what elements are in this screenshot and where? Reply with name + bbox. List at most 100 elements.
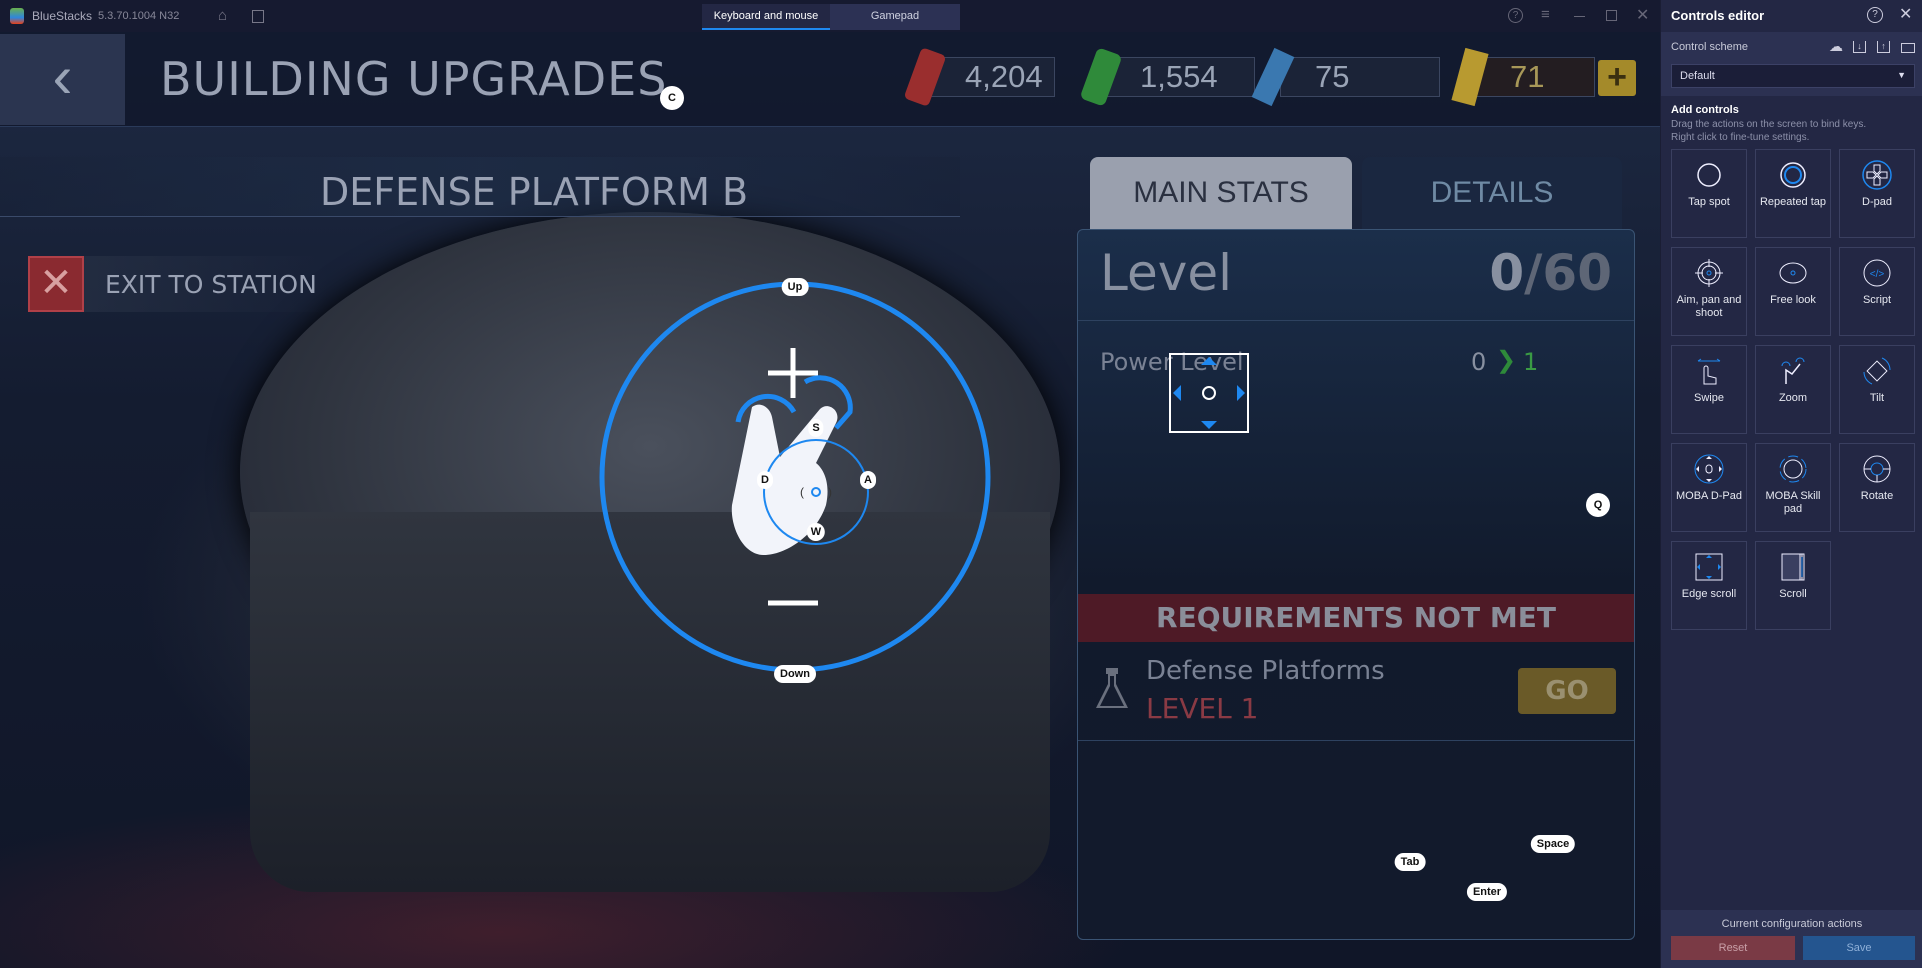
cloud-sync-icon[interactable]: ☁ — [1829, 38, 1843, 55]
multi-instance-icon[interactable] — [252, 10, 264, 23]
resource-value: 4,204 — [965, 59, 1043, 94]
control-tile-label: Tilt — [1869, 392, 1885, 404]
arrows-icon — [1173, 357, 1245, 429]
rotate-icon — [1863, 455, 1891, 483]
edge-icon — [1695, 553, 1723, 581]
game-screen[interactable]: ‹ BUILDING UPGRADES 4,204 1,554 75 71 + … — [0, 32, 1660, 968]
add-currency-button[interactable]: + — [1598, 60, 1636, 96]
control-tile-label: Aim, pan and shoot — [1676, 294, 1742, 319]
control-tile-label: Zoom — [1778, 392, 1808, 404]
controls-editor-panel: Controls editor ? ✕ Control scheme ☁ ↓ ↑… — [1660, 0, 1922, 968]
footer-label: Current configuration actions — [1721, 918, 1863, 930]
level-label: Level — [1100, 244, 1232, 302]
key-badge-enter[interactable]: Enter — [1466, 883, 1508, 901]
key-badge-pan-left[interactable]: D — [757, 471, 773, 489]
tab-gamepad[interactable]: Gamepad — [830, 4, 960, 30]
maximize-icon[interactable] — [1606, 10, 1617, 21]
resource-blue: 75 — [1280, 57, 1440, 97]
tab-label: DETAILS — [1430, 176, 1554, 209]
control-tile-zoom[interactable]: Zoom — [1755, 345, 1831, 434]
edge-scroll-control[interactable] — [1169, 353, 1249, 433]
scheme-dropdown[interactable]: Default ▼ — [1671, 64, 1915, 88]
stat-arrow-icon: ❯ — [1496, 347, 1517, 374]
title-bar: BlueStacks 5.3.70.1004 N32 ⌂ Keyboard an… — [0, 0, 1660, 32]
key-badge-pan-up[interactable]: S — [808, 419, 824, 437]
go-button[interactable]: GO — [1518, 668, 1616, 714]
control-tile-tilt[interactable]: Tilt — [1839, 345, 1915, 434]
stat-to: 1 — [1523, 348, 1539, 376]
control-tile-tap[interactable]: Tap spot — [1671, 149, 1747, 238]
help-icon[interactable]: ? — [1867, 7, 1883, 23]
menu-icon[interactable]: ≡ — [1541, 6, 1550, 23]
tab-main-stats[interactable]: MAIN STATS — [1090, 157, 1352, 229]
back-button[interactable]: ‹ — [0, 34, 125, 125]
footer: Current configuration actions Reset Save — [1661, 910, 1922, 968]
reset-button[interactable]: Reset — [1671, 936, 1795, 960]
level-current: 0 — [1489, 244, 1525, 302]
page-title: BUILDING UPGRADES — [160, 52, 668, 106]
key-badge-space[interactable]: Space — [1530, 835, 1576, 853]
help-icon[interactable]: ? — [1508, 8, 1523, 23]
control-tile-mobadpad[interactable]: MOBA D-Pad — [1671, 443, 1747, 532]
add-controls-title: Add controls — [1671, 104, 1739, 116]
save-label: Save — [1846, 942, 1872, 954]
zoom-control-overlay[interactable]: ( ) — [590, 282, 1010, 702]
tab-label: MAIN STATS — [1133, 176, 1309, 209]
control-tile-eye[interactable]: Free look — [1755, 247, 1831, 336]
tap-icon — [1697, 163, 1721, 187]
control-tile-label: Scroll — [1779, 588, 1807, 600]
control-tile-label: Free look — [1770, 294, 1816, 306]
control-tile-scroll[interactable]: Scroll — [1755, 541, 1831, 630]
requirement-name: Defense Platforms — [1146, 656, 1385, 686]
key-badge-zoom-up[interactable]: Up — [781, 278, 809, 296]
aim-icon — [1695, 259, 1723, 287]
control-tile-label: MOBA Skill pad — [1765, 490, 1821, 515]
key-badge-pan-right[interactable]: A — [860, 471, 876, 489]
folder-icon[interactable] — [1901, 43, 1915, 53]
key-badge-zoom-down[interactable]: Down — [774, 665, 816, 683]
export-icon[interactable]: ↑ — [1877, 41, 1890, 53]
add-controls-desc: Drag the actions on the screen to bind k… — [1671, 119, 1867, 130]
center-icon — [1202, 386, 1216, 400]
level-max: /60 — [1524, 244, 1612, 302]
control-tile-dpad[interactable]: D-pad — [1839, 149, 1915, 238]
save-button[interactable]: Save — [1803, 936, 1915, 960]
tab-details[interactable]: DETAILS — [1362, 157, 1622, 229]
key-badge-tap-c[interactable]: C — [660, 86, 684, 110]
app-version: 5.3.70.1004 N32 — [98, 10, 180, 22]
control-tile-label: Edge scroll — [1681, 588, 1737, 600]
import-icon[interactable]: ↓ — [1853, 41, 1866, 53]
control-tile-repeat[interactable]: Repeated tap — [1755, 149, 1831, 238]
key-badge-tab[interactable]: Tab — [1394, 853, 1426, 871]
eye-icon — [1779, 262, 1807, 284]
requirements-text: REQUIREMENTS NOT MET — [1156, 601, 1556, 634]
control-tile-aim[interactable]: Aim, pan and shoot — [1671, 247, 1747, 336]
minimize-icon[interactable] — [1574, 16, 1585, 17]
control-tile-rotate[interactable]: Rotate — [1839, 443, 1915, 532]
close-icon[interactable]: ✕ — [1899, 4, 1912, 24]
chevron-down-icon: ▼ — [1897, 70, 1906, 80]
close-icon[interactable]: ✕ — [1636, 5, 1649, 25]
resource-green: 1,554 — [1105, 57, 1255, 97]
level-value: 0/60 — [1489, 244, 1612, 302]
control-scheme-section: Control scheme ☁ ↓ ↑ Default ▼ — [1661, 32, 1922, 96]
scheme-label: Control scheme — [1671, 41, 1749, 53]
control-tile-skill[interactable]: MOBA Skill pad — [1755, 443, 1831, 532]
flask-icon — [1094, 666, 1130, 712]
stats-panel: Level 0/60 Power Level 0 ❯ 1 REQUIREMENT… — [1077, 229, 1635, 940]
tab-keyboard-mouse[interactable]: Keyboard and mouse — [702, 4, 830, 30]
bluestacks-logo — [10, 8, 24, 24]
exit-to-station-button[interactable]: ✕ EXIT TO STATION — [28, 256, 328, 312]
control-tile-script[interactable]: </> Script — [1839, 247, 1915, 336]
control-tile-label: Swipe — [1694, 392, 1724, 404]
resource-gold: 71 — [1475, 57, 1595, 97]
building-name: DEFENSE PLATFORM B — [320, 170, 749, 214]
divider — [1078, 740, 1634, 741]
editor-title: Controls editor — [1671, 8, 1765, 23]
tab-label: Keyboard and mouse — [713, 10, 819, 22]
key-badge-q[interactable]: Q — [1586, 493, 1610, 517]
home-icon[interactable]: ⌂ — [218, 7, 227, 24]
control-tile-swipe[interactable]: Swipe — [1671, 345, 1747, 434]
plus-icon — [768, 348, 818, 398]
control-tile-edge[interactable]: Edge scroll — [1671, 541, 1747, 630]
